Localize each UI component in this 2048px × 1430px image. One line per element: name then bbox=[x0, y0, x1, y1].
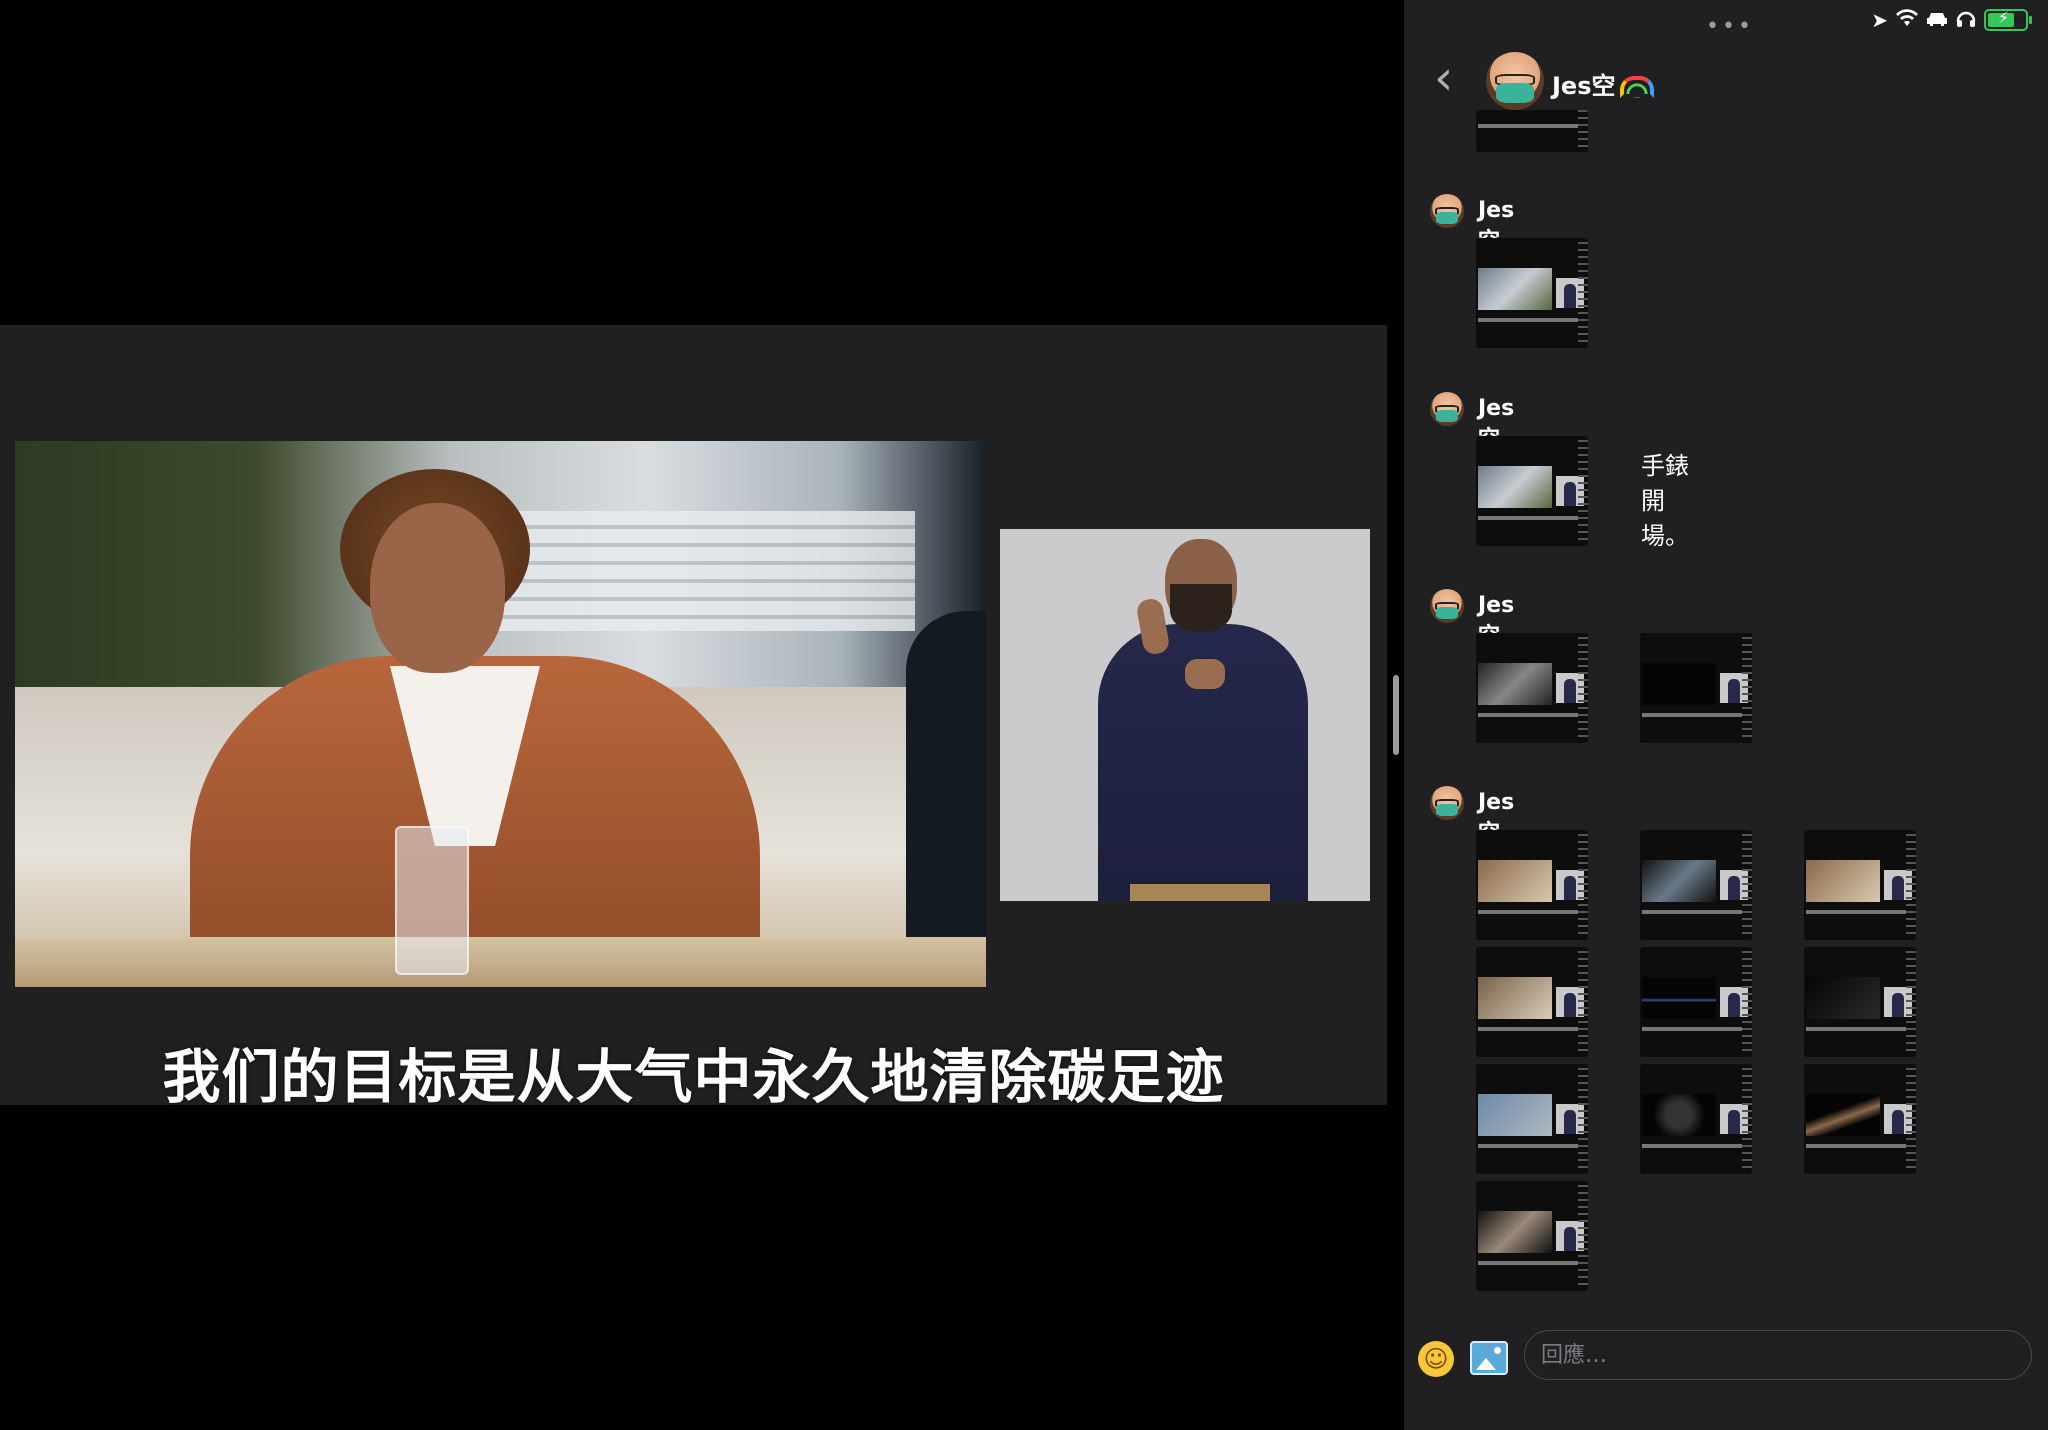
interpreter-pants bbox=[1130, 884, 1270, 901]
multitasking-dots-icon[interactable]: ••• bbox=[1706, 14, 1754, 39]
battery-charging-icon: ⚡ bbox=[1984, 8, 2032, 31]
avatar[interactable] bbox=[1430, 786, 1464, 820]
chat-title-text: Jes空 bbox=[1552, 72, 1616, 100]
video-subtitle: 我们的目标是从大气中永久地清除碳足迹 bbox=[162, 1043, 1225, 1111]
car-icon bbox=[1926, 8, 1948, 32]
screenshot-thumbnail[interactable] bbox=[1640, 830, 1752, 940]
reply-input[interactable] bbox=[1524, 1330, 2032, 1380]
table bbox=[15, 937, 986, 987]
screenshot-thumbnail[interactable] bbox=[1640, 947, 1752, 1057]
avatar[interactable] bbox=[1430, 194, 1464, 228]
rainbow-emoji-icon bbox=[1619, 76, 1654, 98]
screenshot-thumbnail[interactable] bbox=[1476, 947, 1588, 1057]
sign-language-interpreter-video bbox=[1000, 529, 1370, 901]
water-glass bbox=[395, 826, 469, 975]
avatar[interactable] bbox=[1430, 589, 1464, 623]
avatar[interactable] bbox=[1430, 392, 1464, 426]
speaker-face bbox=[370, 503, 505, 673]
status-bar: ••• ➤ ⚡ bbox=[1404, 0, 2048, 40]
chat-header: ‹ Jes空 bbox=[1404, 48, 2048, 118]
screenshot-thumbnail[interactable] bbox=[1476, 1181, 1588, 1291]
status-icons: ➤ ⚡ bbox=[1871, 8, 2032, 32]
screenshot-thumbnail[interactable] bbox=[1804, 830, 1916, 940]
screenshot-thumbnail[interactable] bbox=[1804, 1064, 1916, 1174]
video-frame[interactable] bbox=[0, 325, 1387, 1105]
interpreter-beard bbox=[1170, 584, 1232, 632]
chat-title: Jes空 bbox=[1552, 66, 1654, 101]
interpreter-hand bbox=[1185, 659, 1225, 689]
screenshot-thumbnail[interactable] bbox=[1804, 947, 1916, 1057]
screenshot-thumbnail[interactable] bbox=[1640, 633, 1752, 743]
screenshot-thumbnail[interactable] bbox=[1476, 238, 1588, 348]
screenshot-thumbnail[interactable] bbox=[1476, 436, 1588, 546]
back-chevron-icon[interactable]: ‹ bbox=[1434, 54, 1453, 102]
wifi-icon bbox=[1896, 8, 1918, 32]
message-composer: ☺ bbox=[1404, 1325, 2048, 1430]
chat-pane: ••• ➤ ⚡ ‹ Jes空 Jes Jes 手錶開場。 Jes Jes ☺ 回… bbox=[1404, 0, 2048, 1430]
image-picker-icon[interactable] bbox=[1470, 1341, 1508, 1375]
location-arrow-icon: ➤ bbox=[1871, 8, 1888, 32]
main-video-image bbox=[15, 441, 986, 987]
split-view-divider-handle[interactable] bbox=[1393, 675, 1399, 755]
screenshot-thumbnail[interactable] bbox=[1640, 1064, 1752, 1174]
screenshot-thumbnail[interactable] bbox=[1476, 1064, 1588, 1174]
message-list[interactable]: Jes空 Jes空 手錶開場。 Jes空 Jes空 bbox=[1404, 110, 2048, 1330]
emoji-button[interactable]: ☺ bbox=[1418, 1341, 1454, 1377]
foreground-shadow bbox=[906, 611, 986, 987]
message-text: 手錶開場。 bbox=[1641, 452, 1689, 550]
screenshot-thumbnail[interactable] bbox=[1476, 110, 1588, 152]
headphones-icon bbox=[1956, 8, 1976, 32]
video-pane: 我们的目标是从大气中永久地清除碳足迹 bbox=[0, 0, 1404, 1430]
avatar[interactable] bbox=[1486, 52, 1544, 110]
screenshot-thumbnail[interactable] bbox=[1476, 830, 1588, 940]
screenshot-thumbnail[interactable] bbox=[1476, 633, 1588, 743]
